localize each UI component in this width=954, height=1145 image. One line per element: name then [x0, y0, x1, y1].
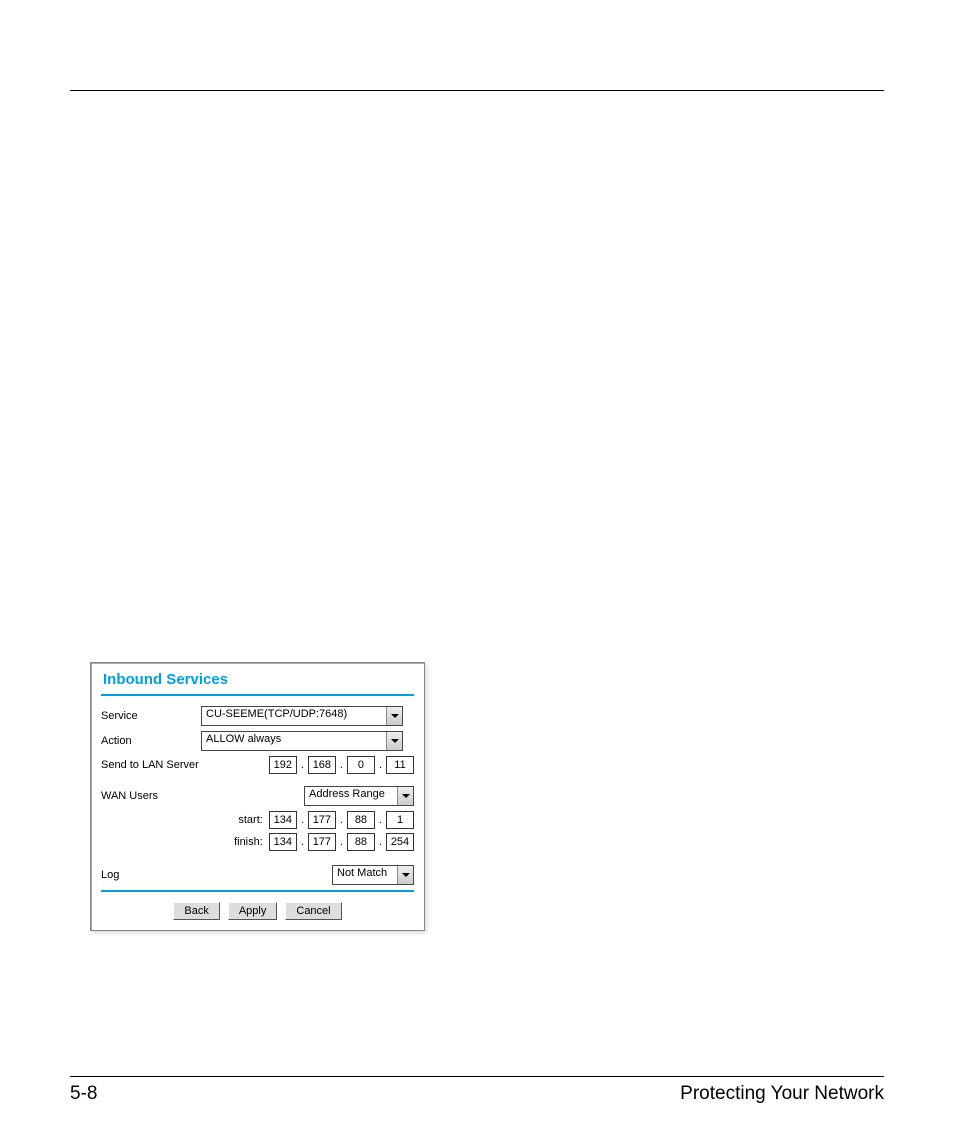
wan-start-ip-group: . . .: [269, 811, 414, 829]
wan-start-octet-4[interactable]: [386, 811, 414, 829]
lan-server-row: Send to LAN Server . . .: [101, 756, 414, 774]
cancel-button[interactable]: Cancel: [285, 902, 341, 920]
action-row: Action ALLOW always: [101, 731, 414, 751]
log-row: Log Not Match: [101, 865, 414, 885]
wan-finish-octet-4[interactable]: [386, 833, 414, 851]
service-dropdown[interactable]: CU-SEEME(TCP/UDP:7648): [201, 706, 403, 726]
back-button[interactable]: Back: [173, 902, 219, 920]
ip-dot: .: [339, 836, 344, 848]
wan-finish-octet-2[interactable]: [308, 833, 336, 851]
panel-title: Inbound Services: [103, 671, 414, 688]
ip-dot: .: [300, 759, 305, 771]
page-footer: 5-8 Protecting Your Network: [70, 1076, 884, 1105]
chevron-down-icon[interactable]: [397, 866, 413, 884]
wan-users-dropdown[interactable]: Address Range: [304, 786, 414, 806]
service-value: CU-SEEME(TCP/UDP:7648): [202, 707, 386, 725]
service-row: Service CU-SEEME(TCP/UDP:7648): [101, 706, 414, 726]
ip-dot: .: [378, 836, 383, 848]
lan-ip-octet-3[interactable]: [347, 756, 375, 774]
button-row: Back Apply Cancel: [101, 902, 414, 920]
ip-dot: .: [378, 814, 383, 826]
ip-dot: .: [339, 759, 344, 771]
lan-ip-group: . . .: [269, 756, 414, 774]
divider: [101, 890, 414, 892]
page-number: 5-8: [70, 1083, 97, 1105]
log-label: Log: [101, 869, 201, 881]
action-value: ALLOW always: [202, 732, 386, 750]
action-dropdown[interactable]: ALLOW always: [201, 731, 403, 751]
action-label: Action: [101, 735, 201, 747]
chevron-down-icon[interactable]: [397, 787, 413, 805]
top-horizontal-rule: [70, 90, 884, 91]
divider: [101, 694, 414, 696]
ip-dot: .: [339, 814, 344, 826]
lan-ip-octet-4[interactable]: [386, 756, 414, 774]
section-title: Protecting Your Network: [680, 1083, 884, 1105]
ip-dot: .: [378, 759, 383, 771]
wan-start-label: start:: [238, 814, 262, 826]
ip-dot: .: [300, 836, 305, 848]
lan-ip-octet-1[interactable]: [269, 756, 297, 774]
lan-server-label: Send to LAN Server: [101, 759, 231, 771]
wan-users-row: WAN Users Address Range: [101, 786, 414, 806]
wan-finish-octet-3[interactable]: [347, 833, 375, 851]
lan-ip-octet-2[interactable]: [308, 756, 336, 774]
wan-users-value: Address Range: [305, 787, 397, 805]
wan-finish-row: finish: . . .: [101, 833, 414, 851]
wan-users-label: WAN Users: [101, 790, 201, 802]
wan-finish-label: finish:: [234, 836, 263, 848]
wan-start-row: start: . . .: [101, 811, 414, 829]
chevron-down-icon[interactable]: [386, 707, 402, 725]
wan-finish-octet-1[interactable]: [269, 833, 297, 851]
footer-rule: [70, 1076, 884, 1077]
service-label: Service: [101, 710, 201, 722]
inbound-services-panel: Inbound Services Service CU-SEEME(TCP/UD…: [90, 662, 425, 931]
wan-start-octet-1[interactable]: [269, 811, 297, 829]
wan-start-octet-3[interactable]: [347, 811, 375, 829]
chevron-down-icon[interactable]: [386, 732, 402, 750]
log-value: Not Match: [333, 866, 397, 884]
apply-button[interactable]: Apply: [228, 902, 278, 920]
log-dropdown[interactable]: Not Match: [332, 865, 414, 885]
ip-dot: .: [300, 814, 305, 826]
wan-finish-ip-group: . . .: [269, 833, 414, 851]
wan-start-octet-2[interactable]: [308, 811, 336, 829]
